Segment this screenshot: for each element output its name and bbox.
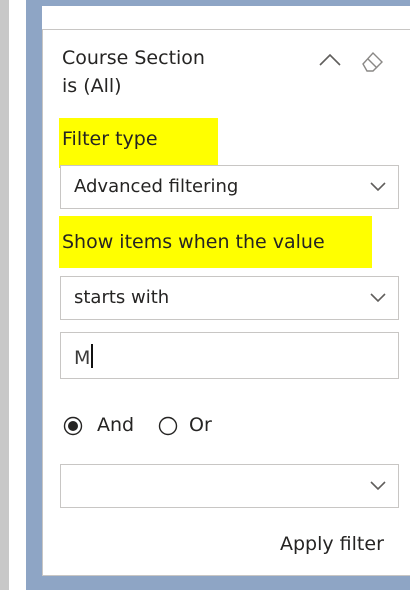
chevron-down-icon xyxy=(370,481,386,491)
and-radio-label[interactable]: And xyxy=(97,414,134,436)
eraser-icon[interactable] xyxy=(359,49,385,73)
filter-card-title[interactable]: Course Section is (All) xyxy=(62,44,302,100)
left-panel-edge xyxy=(0,0,9,590)
condition-label: Show items when the value xyxy=(62,231,325,253)
chevron-down-icon xyxy=(370,293,386,303)
value-text: M xyxy=(74,347,91,369)
filter-type-selected: Advanced filtering xyxy=(74,176,239,197)
value-input[interactable]: M xyxy=(60,332,399,379)
and-radio-button[interactable] xyxy=(63,416,83,436)
operator-dropdown[interactable]: starts with xyxy=(60,276,399,320)
operator-selected: starts with xyxy=(74,287,170,308)
filter-field-name: Course Section xyxy=(62,47,205,69)
chevron-up-icon[interactable] xyxy=(317,50,343,70)
or-radio-label[interactable]: Or xyxy=(189,414,212,436)
pane-frame-bottom xyxy=(26,576,410,590)
second-operator-dropdown[interactable] xyxy=(60,464,399,508)
or-radio-button[interactable] xyxy=(158,416,178,436)
value-input-text: M xyxy=(74,344,94,369)
filter-type-dropdown[interactable]: Advanced filtering xyxy=(60,165,399,209)
left-gap xyxy=(9,0,26,590)
filter-summary: is (All) xyxy=(62,75,122,97)
pane-frame-left xyxy=(26,0,42,590)
text-caret xyxy=(91,344,94,368)
pane-frame-top xyxy=(26,0,410,6)
chevron-down-icon xyxy=(370,182,386,192)
filter-type-label: Filter type xyxy=(62,128,158,150)
apply-filter-button[interactable]: Apply filter xyxy=(280,533,384,555)
